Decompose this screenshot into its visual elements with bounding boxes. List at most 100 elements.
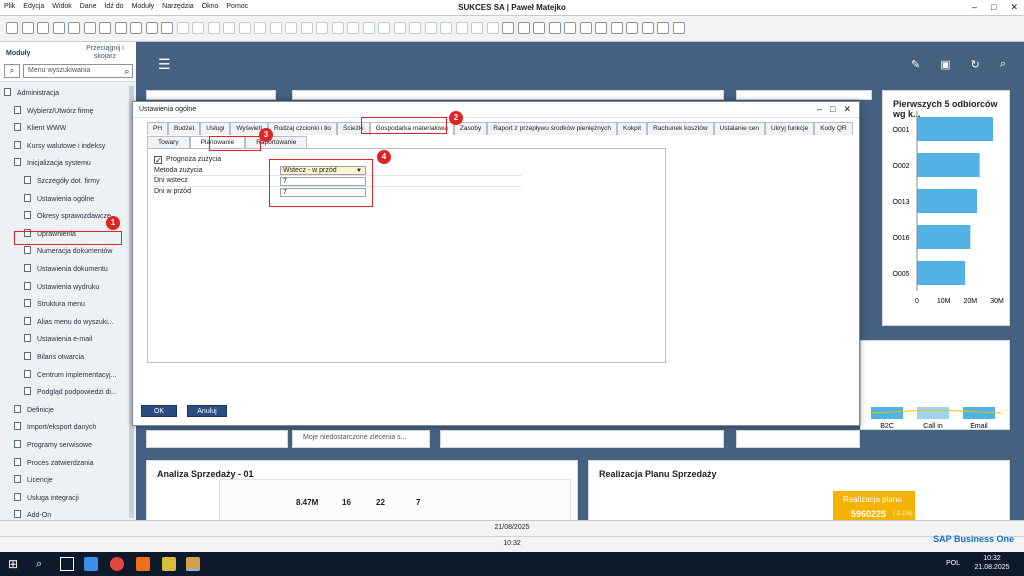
toolbar-button[interactable] — [21, 22, 34, 34]
menu-search-input[interactable]: Menu wyszukiwania — [23, 64, 133, 78]
app-icon[interactable] — [162, 557, 176, 571]
toolbar-button[interactable] — [83, 22, 96, 34]
close-icon[interactable]: ✕ — [1010, 2, 1018, 13]
channel-bar[interactable] — [963, 407, 995, 419]
toolbar-button[interactable] — [99, 22, 111, 34]
toolbar-button[interactable] — [269, 22, 282, 34]
toolbar-button[interactable] — [424, 22, 437, 34]
sidebar-item[interactable]: Programy serwisowe — [14, 438, 142, 454]
toolbar-button[interactable] — [409, 22, 421, 34]
search-icon[interactable]: ⌕ — [4, 64, 20, 78]
sidebar-item[interactable]: Klient WWW — [14, 121, 142, 137]
hamburger-menu-icon[interactable]: ☰ — [158, 56, 171, 73]
tab-11[interactable]: Ustalanie cen — [713, 122, 766, 135]
channel-bar[interactable] — [917, 407, 949, 419]
tab-9[interactable]: Kokpit — [616, 122, 648, 135]
toolbar-button[interactable] — [52, 22, 65, 34]
toolbar-button[interactable] — [641, 22, 654, 34]
sidebar-item[interactable]: Kursy walutowe i indeksy — [14, 139, 142, 155]
search-icon[interactable]: ⌕ — [1000, 58, 1006, 71]
toolbar-button[interactable] — [657, 22, 669, 34]
task-view-icon[interactable] — [60, 557, 74, 571]
toolbar-button[interactable] — [533, 22, 545, 34]
ok-button[interactable]: OK — [141, 405, 177, 417]
widget-icon[interactable]: ▣ — [940, 58, 950, 71]
maximize-icon[interactable]: □ — [830, 104, 835, 115]
toolbar-button[interactable] — [114, 22, 127, 34]
sidebar-item[interactable]: Inicjalizacja systemu — [14, 156, 142, 172]
toolbar-button[interactable] — [378, 22, 390, 34]
toolbar-button[interactable] — [362, 22, 375, 34]
toolbar-button[interactable] — [207, 22, 220, 34]
toolbar-button[interactable] — [517, 22, 530, 34]
sidebar-item[interactable]: Administracja — [4, 86, 132, 102]
toolbar-button[interactable] — [672, 22, 685, 34]
toolbar-button[interactable] — [192, 22, 204, 34]
close-icon[interactable]: ✕ — [843, 104, 851, 115]
explorer-icon[interactable] — [84, 557, 98, 571]
tab-1[interactable]: Budżet — [168, 122, 201, 135]
tab-4[interactable]: Rodzaj czcionki i tło — [267, 122, 338, 135]
toolbar-button[interactable] — [223, 22, 235, 34]
bar[interactable] — [917, 225, 971, 249]
toolbar-button[interactable] — [595, 22, 607, 34]
toolbar-button[interactable] — [300, 22, 313, 34]
toolbar-button[interactable] — [331, 22, 344, 34]
toolbar-button[interactable] — [347, 22, 359, 34]
toolbar-button[interactable] — [564, 22, 576, 34]
toolbar-button[interactable] — [579, 22, 592, 34]
tab-13[interactable]: Kody QR — [814, 122, 853, 135]
toolbar-button[interactable] — [176, 22, 189, 34]
sidebar-item[interactable]: Definicje — [14, 403, 142, 419]
bar[interactable] — [917, 153, 980, 177]
windows-start-icon[interactable]: ⊞ — [8, 557, 22, 571]
toolbar-button[interactable] — [610, 22, 623, 34]
clock-date[interactable]: 21.08.2025 — [972, 564, 1012, 571]
toolbar-button[interactable] — [502, 22, 514, 34]
toolbar-button[interactable] — [254, 22, 266, 34]
bar[interactable] — [917, 117, 993, 141]
language-indicator[interactable]: POL — [946, 560, 960, 567]
sidebar-item[interactable]: Import/eksport danych — [14, 420, 142, 436]
toolbar-button[interactable] — [471, 22, 483, 34]
tab-2[interactable]: Usługi — [200, 122, 231, 135]
shortage-text[interactable]: Moje niedostarczone zlecenia s... — [303, 434, 407, 441]
toolbar-button[interactable] — [626, 22, 638, 34]
minimize-icon[interactable]: – — [972, 2, 977, 13]
toolbar-button[interactable] — [440, 22, 452, 34]
minimize-icon[interactable]: – — [817, 104, 822, 115]
maximize-icon[interactable]: □ — [991, 2, 996, 13]
sidebar-item[interactable]: Usługa integracji — [14, 491, 142, 507]
tab-10[interactable]: Rachunek kosztów — [647, 122, 714, 135]
toolbar-button[interactable] — [316, 22, 328, 34]
toolbar-button[interactable] — [6, 22, 18, 34]
tab-drag-relate[interactable]: Przeciągnij i skojarz — [80, 45, 130, 61]
forecast-checkbox[interactable]: ✓ — [154, 156, 162, 165]
toolbar-button[interactable] — [161, 22, 173, 34]
toolbar-button[interactable] — [145, 22, 158, 34]
toolbar-button[interactable] — [37, 22, 49, 34]
sidebar-item[interactable]: Proces zatwierdzania — [14, 456, 142, 472]
app-icon[interactable] — [136, 557, 150, 571]
chrome-icon[interactable] — [110, 557, 124, 571]
tab-modules[interactable]: Moduły — [6, 50, 31, 57]
refresh-icon[interactable]: ↻ — [971, 58, 980, 71]
edit-icon[interactable]: ✎ — [911, 58, 920, 71]
tab-12[interactable]: Ukryj funkcje — [765, 122, 815, 135]
tab-0[interactable]: PH — [147, 122, 169, 135]
toolbar-button[interactable] — [548, 22, 561, 34]
search-icon[interactable]: ⌕ — [36, 557, 50, 571]
tab-8[interactable]: Raport z przepływu środków pieniężnych — [487, 122, 617, 135]
toolbar-button[interactable] — [238, 22, 251, 34]
clock-time[interactable]: 10:32 — [972, 555, 1012, 562]
toolbar-button[interactable] — [285, 22, 297, 34]
sidebar-item[interactable]: Licencje — [14, 473, 142, 489]
toolbar-button[interactable] — [393, 22, 406, 34]
toolbar-button[interactable] — [455, 22, 468, 34]
bar[interactable] — [917, 189, 977, 213]
sidebar-item[interactable]: Wybierz/Utwórz firmę — [14, 104, 142, 120]
cancel-button[interactable]: Anuluj — [187, 405, 227, 417]
toolbar-button[interactable] — [68, 22, 80, 34]
sap-app-icon[interactable] — [186, 557, 200, 571]
toolbar-button[interactable] — [486, 22, 499, 34]
